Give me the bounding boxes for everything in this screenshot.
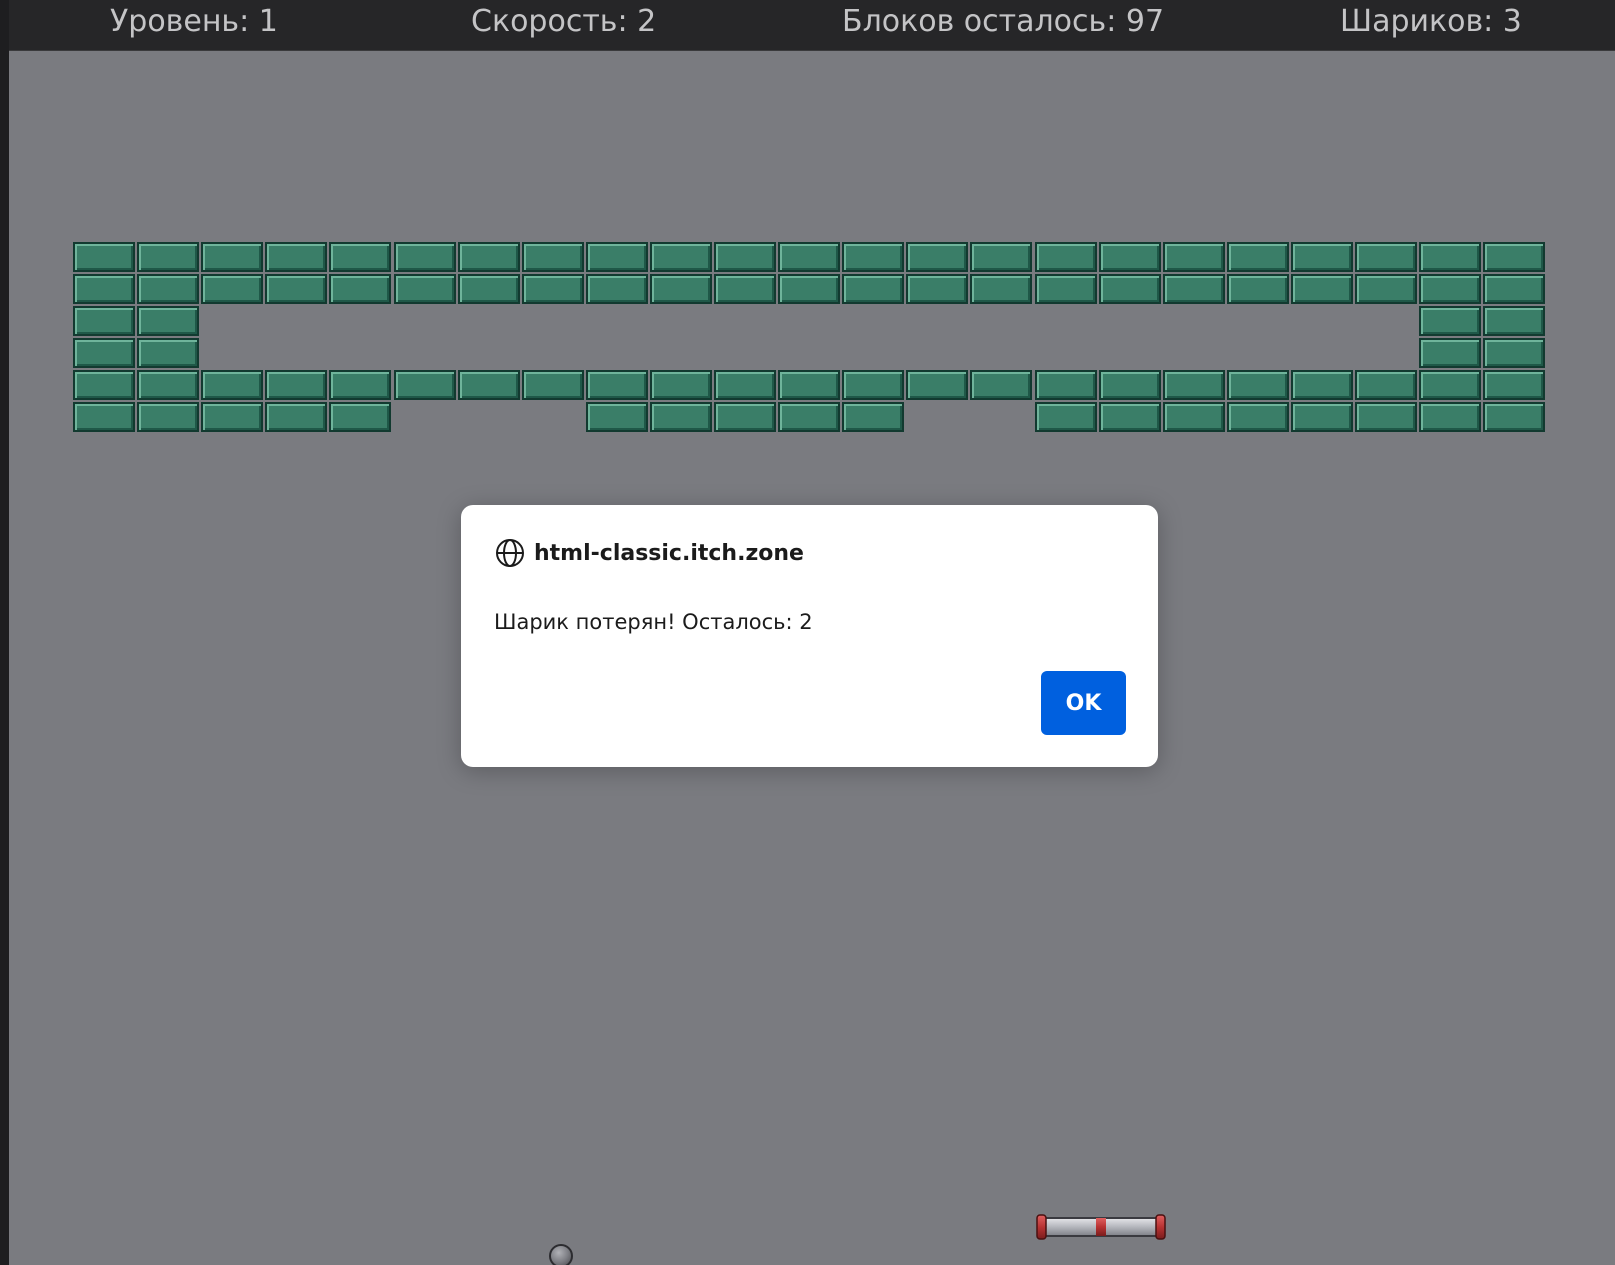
ok-button[interactable]: OK	[1041, 671, 1126, 735]
level-indicator: Уровень: 1	[110, 4, 278, 39]
game-frame: Уровень: 1 Скорость: 2 Блоков осталось: …	[0, 0, 1615, 1265]
alert-dialog: html-classic.itch.zone Шарик потерян! Ос…	[461, 505, 1158, 767]
globe-icon	[496, 539, 524, 567]
speed-indicator: Скорость: 2	[471, 4, 657, 39]
dialog-origin: html-classic.itch.zone	[494, 537, 804, 569]
dialog-message: Шарик потерян! Осталось: 2	[494, 610, 813, 634]
hud-bar: Уровень: 1 Скорость: 2 Блоков осталось: …	[9, 0, 1615, 51]
blocks-left-indicator: Блоков осталось: 97	[842, 4, 1165, 39]
dialog-origin-text: html-classic.itch.zone	[534, 540, 804, 566]
balls-indicator: Шариков: 3	[1340, 4, 1522, 39]
